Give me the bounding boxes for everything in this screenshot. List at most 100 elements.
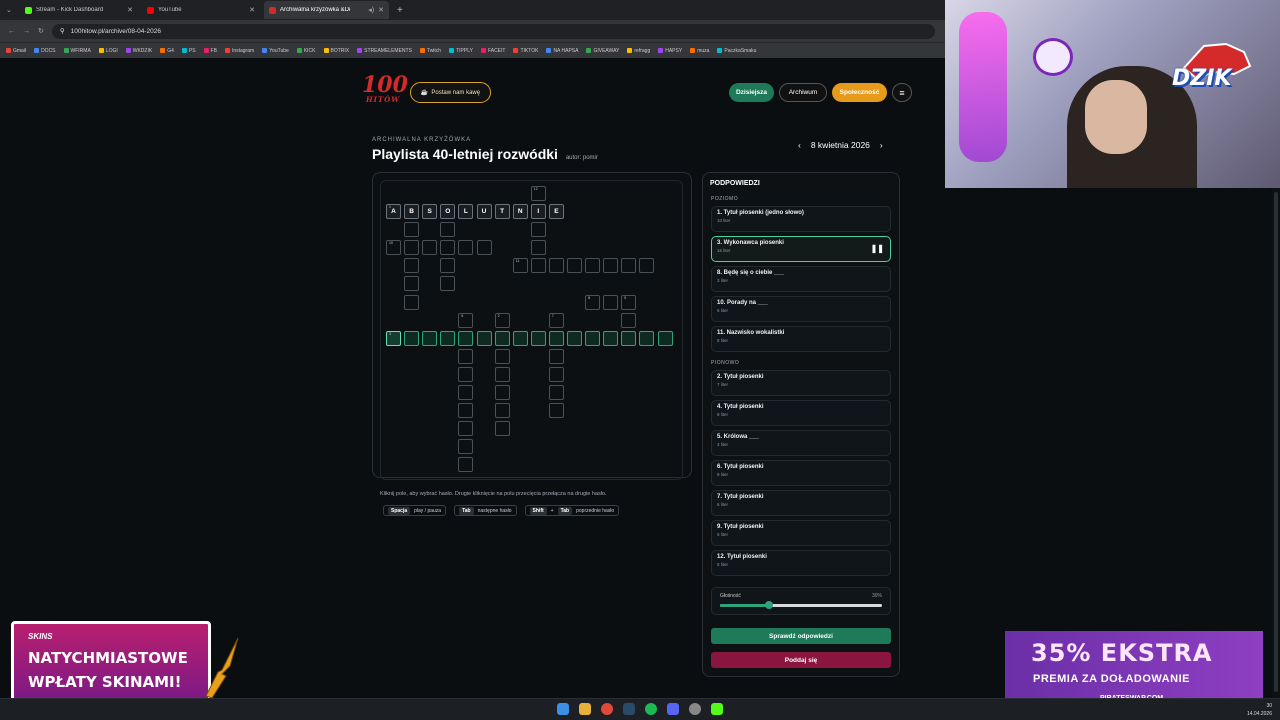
bookmark-item[interactable]: YouTube [262,48,289,54]
crossword-cell[interactable]: S [422,204,438,219]
volume-slider[interactable] [720,601,882,609]
crossword-cell[interactable] [621,312,637,328]
bookmark-item[interactable]: BOTRIX [323,48,349,54]
give-up-button[interactable]: Poddaj się [711,652,891,668]
settings-icon[interactable] [689,703,701,715]
crossword-cell[interactable] [458,385,474,400]
crossword-cell[interactable] [404,330,420,346]
crossword-cell[interactable] [567,330,582,346]
tab-archive[interactable]: Archiwalna krzyżówka &Di ◂) ✕ [264,1,389,19]
forward-icon[interactable]: → [23,28,30,35]
crossword-cell[interactable]: U [476,204,492,219]
crossword-cell[interactable] [494,421,510,437]
crossword-cell[interactable] [476,240,492,256]
tab-kick[interactable]: Stream - Kick Dashboard ✕ [20,1,138,19]
crossword-cell[interactable] [530,258,546,274]
crossword-cell[interactable] [548,385,564,400]
bookmark-item[interactable]: Instagram [224,48,254,54]
kick-app-icon[interactable] [711,703,723,715]
crossword-cell[interactable] [548,330,564,346]
crossword-cell[interactable]: O [440,204,456,219]
crossword-cell[interactable] [458,330,474,346]
clue-across-10[interactable]: 10. Porady na ___ 6 liter [711,296,891,322]
crossword-cell[interactable]: 7 [548,312,564,328]
bookmark-item[interactable]: PaczkaSmaku [717,48,756,54]
url-field[interactable]: ⚲ 100hitow.pl/archive/08-04-2026 [51,23,935,39]
crossword-cell[interactable] [603,258,619,274]
crossword-cell[interactable]: 8 [585,294,601,310]
discord-icon[interactable] [667,703,679,715]
clue-across-11[interactable]: 11. Nazwisko wokalistki 8 liter [711,326,891,352]
nav-today-button[interactable]: Dzisiejsza [729,83,774,102]
crossword-cell[interactable] [548,258,564,274]
check-answers-button[interactable]: Sprawdź odpowiedzi [711,628,891,644]
chevron-right-icon[interactable]: › [880,140,883,150]
spotify-icon[interactable] [645,703,657,715]
pause-icon[interactable]: ❚❚ [871,244,884,253]
crossword-cell[interactable]: 5 [621,294,637,310]
clue-down-5[interactable]: 5. Królowa ___ 3 liter [711,430,891,456]
coffee-button[interactable]: ☕ Postaw nam kawę [410,82,491,103]
crossword-cell[interactable] [657,330,673,346]
crossword-cell[interactable] [440,276,456,292]
site-logo[interactable]: 100 HITÓW [362,74,408,103]
crossword-cell[interactable] [530,222,546,238]
crossword-cell[interactable] [548,348,564,364]
crossword-cell[interactable] [458,240,474,256]
bookmark-item[interactable]: Gmail [6,48,26,54]
crossword-cell[interactable]: B [404,204,420,219]
crossword-cell[interactable] [639,258,655,274]
clue-down-4[interactable]: 4. Tytuł piosenki 8 liter [711,400,891,426]
bookmark-item[interactable]: DOCS [34,48,56,54]
crossword-cell[interactable] [494,385,510,400]
crossword-cell[interactable] [548,366,564,382]
nav-archive-button[interactable]: Archiwum [779,83,827,102]
crossword-cell[interactable]: L [458,204,474,219]
crossword-cell[interactable] [476,330,492,346]
crossword-cell[interactable] [567,258,582,274]
bookmark-item[interactable]: TIPPLY [449,48,473,54]
windows-start-icon[interactable] [557,703,569,715]
clue-down-2[interactable]: 2. Tytuł piosenki 7 liter [711,370,891,396]
clue-across-1[interactable]: 1. Tytuł piosenki (jedno słowo) 10 liter [711,206,891,232]
bookmark-item[interactable]: G4 [160,48,174,54]
crossword-cell[interactable] [621,330,637,346]
crossword-cell[interactable]: 3 [386,330,401,346]
bookmark-item[interactable]: refragg [627,48,650,54]
bookmark-item[interactable]: WFIRMA [63,48,91,54]
bookmark-item[interactable]: LOGI [98,48,118,54]
hamburger-menu-icon[interactable]: ≡ [892,83,912,102]
crossword-cell[interactable] [585,258,601,274]
crossword-cell[interactable] [458,421,474,437]
bookmark-item[interactable]: FACEIT [480,48,505,54]
crossword-cell[interactable]: T [494,204,510,219]
crossword-cell[interactable] [494,330,510,346]
bookmark-item[interactable]: WKDZIK [125,48,152,54]
crossword-cell[interactable]: 6 [458,312,474,328]
crossword-cell[interactable] [458,348,474,364]
crossword-cell[interactable] [404,258,420,274]
crossword-cell[interactable] [530,240,546,256]
clue-down-6[interactable]: 6. Tytuł piosenki 9 liter [711,460,891,486]
crossword-cell[interactable] [530,330,546,346]
crossword-cell[interactable] [621,258,637,274]
crossword-cell[interactable]: I [530,204,546,219]
clue-down-9[interactable]: 9. Tytuł piosenki 5 liter [711,520,891,546]
crossword-cell[interactable] [548,403,564,419]
crossword-cell[interactable] [603,330,619,346]
crossword-cell[interactable] [404,222,420,238]
bookmark-item[interactable]: FB [203,48,217,54]
crossword-cell[interactable] [639,330,655,346]
crossword-cell[interactable]: 1A [386,204,401,219]
crossword-cell[interactable] [440,222,456,238]
reload-icon[interactable]: ↻ [38,27,44,35]
close-icon[interactable]: ✕ [249,6,255,14]
crossword-cell[interactable]: E [548,204,564,219]
chevron-left-icon[interactable]: ‹ [798,140,801,150]
bookmark-item[interactable]: KICK [296,48,316,54]
crossword-cell[interactable] [603,294,619,310]
crossword-cell[interactable] [404,276,420,292]
crossword-cell[interactable] [440,258,456,274]
bookmark-item[interactable]: muza [690,48,709,54]
tab-menu-icon[interactable]: ⌄ [6,6,16,14]
